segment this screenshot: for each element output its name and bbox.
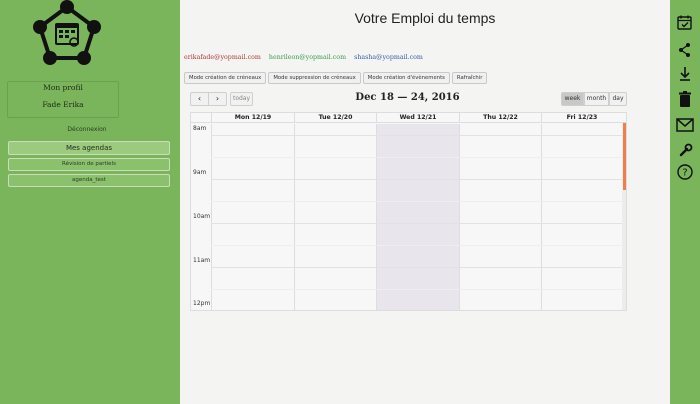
calendar-check-icon[interactable]: [675, 14, 695, 32]
time-label: 10am: [193, 213, 211, 220]
time-label: 9am: [193, 169, 207, 176]
day-header: Thu 12/22: [459, 113, 541, 123]
view-day-button[interactable]: day: [609, 92, 627, 106]
wrench-icon[interactable]: [675, 141, 695, 159]
sidebar: Mon profil Fade Erika Déconnexion Mes ag…: [0, 0, 180, 404]
grid-column-line: [211, 124, 212, 310]
mode-toolbar: Mode création de créneaux Mode suppressi…: [184, 72, 488, 84]
calendar-day-header: Mon 12/19 Tue 12/20 Wed 12/21 Thu 12/22 …: [191, 113, 626, 123]
grid-half-hour-line: [211, 245, 622, 246]
time-label: 8am: [193, 125, 207, 132]
refresh-button[interactable]: Rafraîchir: [451, 72, 488, 84]
grid-column-line: [294, 124, 295, 310]
mail-icon[interactable]: [675, 116, 695, 134]
user-email: shasha@yopmail.com: [354, 54, 423, 61]
delete-slots-mode-button[interactable]: Mode suppression de créneaux: [268, 72, 361, 84]
my-agendas-button[interactable]: Mes agendas: [8, 141, 170, 155]
download-icon[interactable]: [675, 65, 695, 83]
user-email: henrileon@yopmail.com: [268, 54, 347, 61]
time-label: 11am: [193, 257, 211, 264]
page-title: Votre Emploi du temps: [354, 10, 496, 26]
profile-link[interactable]: Mon profil: [7, 83, 119, 92]
next-week-button[interactable]: ›: [208, 92, 227, 106]
day-header: Tue 12/20: [294, 113, 376, 123]
user-email: erikafade@yopmail.com: [184, 54, 261, 61]
grid-column-line: [541, 124, 542, 310]
grid-column-line: [376, 124, 377, 310]
view-week-button[interactable]: week: [561, 92, 584, 106]
logout-link[interactable]: Déconnexion: [7, 126, 167, 133]
time-label: 12pm: [193, 300, 211, 307]
today-column: [376, 124, 459, 310]
day-header: Mon 12/19: [211, 113, 294, 123]
grid-column-line: [459, 124, 460, 310]
grid-hour-line: [211, 179, 622, 180]
prev-week-button[interactable]: ‹: [190, 92, 209, 106]
grid-hour-line: [211, 135, 622, 136]
trash-icon[interactable]: [675, 90, 695, 108]
calendar-title: Dec 18 — 24, 2016: [355, 92, 460, 103]
agenda-item-test[interactable]: agenda_test: [8, 174, 170, 187]
day-header: Wed 12/21: [376, 113, 459, 123]
logo-icon: [32, 0, 102, 70]
create-slots-mode-button[interactable]: Mode création de créneaux: [184, 72, 267, 84]
share-icon[interactable]: [675, 41, 695, 59]
grid-half-hour-line: [211, 157, 622, 158]
user-list: erikafade@yopmail.com henrileon@yopmail.…: [184, 54, 429, 61]
calendar-grid[interactable]: Mon 12/19 Tue 12/20 Wed 12/21 Thu 12/22 …: [190, 112, 627, 311]
user-name: Fade Erika: [42, 100, 84, 109]
svg-text:?: ?: [682, 168, 687, 179]
view-month-button[interactable]: month: [584, 92, 609, 106]
grid-half-hour-line: [211, 289, 622, 290]
grid-hour-line: [211, 267, 622, 268]
today-button[interactable]: today: [230, 92, 253, 106]
grid-half-hour-line: [211, 201, 622, 202]
agenda-item-revision[interactable]: Révision de partiels: [8, 158, 170, 171]
create-events-mode-button[interactable]: Mode création d'évènements: [362, 72, 450, 84]
calendar-scroll-thumb[interactable]: [623, 123, 626, 190]
right-toolbar: ?: [670, 0, 700, 404]
grid-hour-line: [211, 223, 622, 224]
help-icon[interactable]: ?: [675, 163, 695, 181]
day-header: Fri 12/23: [541, 113, 622, 123]
